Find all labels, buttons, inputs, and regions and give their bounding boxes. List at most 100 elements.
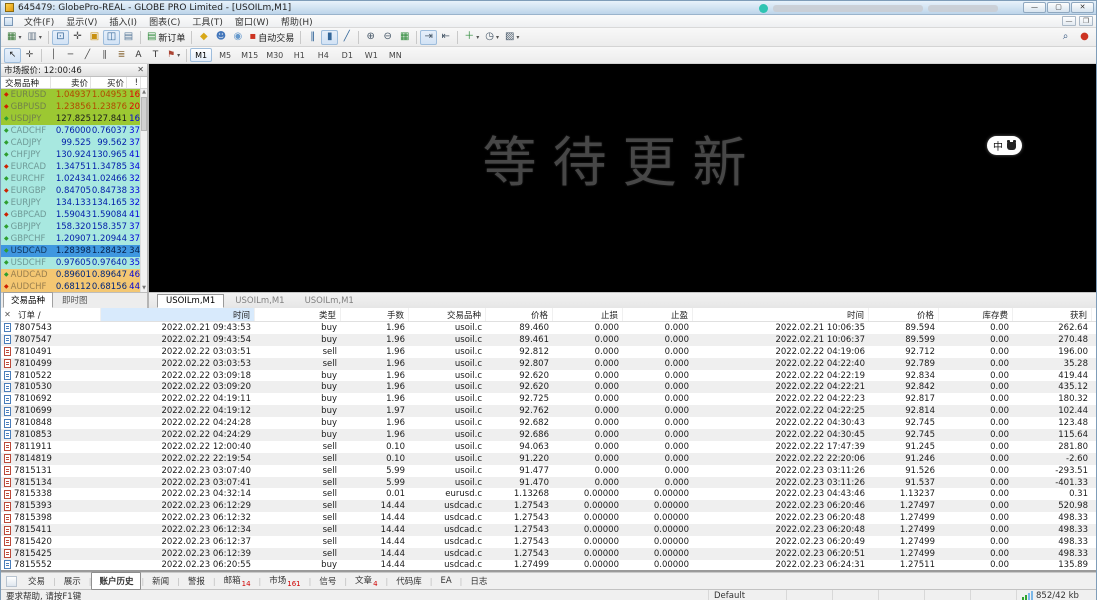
text-label-button[interactable]: T — [147, 48, 164, 63]
market-watch-close-icon[interactable]: ✕ — [137, 66, 144, 74]
timeframe-m30[interactable]: M30 — [263, 48, 286, 62]
terminal-close-icon[interactable]: ✕ — [1, 310, 14, 319]
market-watch-col-1[interactable]: 卖价 — [51, 77, 91, 89]
pointer-button[interactable]: ↖ — [4, 47, 21, 63]
table-row[interactable]: 7810491 2022.02.22 03:03:51 sell 1.96 usoil.… — [1, 346, 1096, 358]
terminal-tab-0[interactable]: 交易 — [20, 572, 53, 590]
table-row[interactable]: 7815425 2022.02.23 06:12:39 sell 14.44 usdca… — [1, 547, 1096, 560]
zoom-in-button[interactable]: ⊕ — [362, 30, 379, 45]
timeframe-m15[interactable]: M15 — [238, 48, 261, 62]
table-row[interactable]: 7807543 2022.02.21 09:43:53 buy 1.96 usoil.c… — [1, 322, 1096, 334]
trendline-button[interactable]: ╱ — [79, 48, 96, 63]
table-row[interactable]: 7815393 2022.02.23 06:12:29 sell 14.44 usdca… — [1, 500, 1096, 513]
crosshair-mode-button[interactable]: ✛ — [69, 30, 86, 45]
status-profile[interactable]: Default — [708, 590, 786, 600]
chart-shift-button[interactable]: ⇤ — [437, 30, 454, 45]
table-row[interactable]: 7814819 2022.02.22 22:19:54 sell 0.10 usoil.… — [1, 452, 1096, 465]
new-chart-button[interactable]: ▦ ▾ — [4, 30, 24, 45]
menu-item-4[interactable]: 工具(T) — [186, 15, 229, 28]
timeframe-m5[interactable]: M5 — [214, 48, 236, 62]
cursor-mode-button[interactable]: ⊡ — [51, 29, 69, 45]
quotes-button[interactable]: ◆ — [195, 30, 212, 45]
text-button[interactable]: A — [130, 48, 147, 63]
line-chart-button[interactable]: ╱ — [338, 30, 355, 45]
menu-item-0[interactable]: 文件(F) — [18, 15, 60, 28]
terminal-tab-10[interactable]: EA — [432, 573, 459, 589]
table-row[interactable]: 7815134 2022.02.23 03:07:41 sell 5.99 usoil.… — [1, 476, 1096, 489]
data-window-toggle-button[interactable]: ▤ — [120, 30, 137, 45]
profiles-button[interactable]: ▥ ▾ — [24, 30, 44, 45]
indicators-button[interactable]: ＋ ▾ — [461, 30, 482, 45]
new-order-button[interactable]: ▤ 新订单 — [144, 30, 188, 45]
chart-tab-1[interactable]: USOILm,M1 — [226, 294, 293, 308]
table-row[interactable]: 7815552 2022.02.23 06:20:55 buy 14.44 usdcad… — [1, 560, 1096, 572]
timeframe-mn[interactable]: MN — [384, 48, 406, 62]
search-button[interactable]: ⌕ — [1057, 30, 1074, 45]
market-watch-col-2[interactable]: 买价 — [91, 77, 127, 89]
close-icon[interactable]: ✕ — [1071, 2, 1094, 13]
timeframe-h4[interactable]: H4 — [312, 48, 334, 62]
history-col-3[interactable]: 手数 — [341, 308, 409, 321]
history-col-5[interactable]: 价格 — [486, 308, 553, 321]
table-row[interactable]: 7811911 2022.02.22 12:00:40 sell 0.10 usoil.… — [1, 441, 1096, 453]
table-row[interactable]: 7810499 2022.02.22 03:03:53 sell 1.96 usoil.… — [1, 357, 1096, 370]
timeframe-d1[interactable]: D1 — [336, 48, 358, 62]
table-row[interactable]: 7815398 2022.02.23 06:12:32 sell 14.44 usdca… — [1, 512, 1096, 524]
market-watch-row[interactable]: ◆ AUDCHF 0.68112 0.68156 44 — [1, 281, 147, 292]
terminal-tab-9[interactable]: 代码库 — [388, 572, 430, 590]
table-row[interactable]: 7810848 2022.02.22 04:24:28 buy 1.96 usoil.c… — [1, 417, 1096, 429]
periods-list-button[interactable]: ◷ ▾ — [482, 30, 502, 45]
table-row[interactable]: 7810522 2022.02.22 03:09:18 buy 1.96 usoil.c… — [1, 370, 1096, 382]
market-watch-tab-tick-chart[interactable]: 即时图 — [54, 292, 96, 308]
table-row[interactable]: 7807547 2022.02.21 09:43:54 buy 1.96 usoil.c… — [1, 333, 1096, 346]
history-col-2[interactable]: 类型 — [255, 308, 341, 321]
scroll-thumb[interactable] — [141, 97, 147, 131]
mdi-minimize-icon[interactable]: — — [1062, 16, 1076, 26]
table-row[interactable]: 7815338 2022.02.23 04:32:14 sell 0.01 eurusd… — [1, 488, 1096, 500]
terminal-tab-2[interactable]: 账户历史 — [91, 572, 142, 590]
market-watch-row[interactable]: ◆ USDJPY 127.825 127.841 16 — [1, 113, 147, 125]
market-watch-row[interactable]: ◆ GBPCHF 1.20907 1.20944 37 — [1, 233, 147, 245]
history-col-1[interactable]: 时间 — [101, 308, 255, 321]
menu-item-3[interactable]: 图表(C) — [143, 15, 186, 28]
terminal-tab-8[interactable]: 文章4 — [347, 571, 385, 591]
timeframe-w1[interactable]: W1 — [360, 48, 382, 62]
candlestick-chart-button[interactable]: ▮ — [321, 29, 339, 45]
arrows-button[interactable]: ⚑ ▾ — [164, 48, 183, 63]
history-col-7[interactable]: 止盈 — [623, 308, 693, 321]
history-col-9[interactable]: 价格 — [869, 308, 939, 321]
menu-item-1[interactable]: 显示(V) — [60, 15, 103, 28]
minimize-icon[interactable]: — — [1023, 2, 1046, 13]
market-watch-row[interactable]: ◆ EURCAD 1.34751 1.34785 34 — [1, 161, 147, 173]
terminal-tab-1[interactable]: 展示 — [56, 572, 89, 590]
history-col-11[interactable]: 获利 — [1013, 308, 1092, 321]
market-watch-row[interactable]: ◆ USDCAD 1.28398 1.28432 34 — [1, 245, 147, 257]
crosshair-tool-button[interactable]: ✛ — [21, 48, 38, 63]
history-col-4[interactable]: 交易品种 — [409, 308, 486, 321]
terminal-tab-3[interactable]: 新闻 — [144, 572, 177, 590]
market-watch-row[interactable]: ◆ USDCHF 0.97605 0.97640 35 — [1, 257, 147, 269]
market-watch-row[interactable]: ◆ EURCHF 1.02434 1.02466 32 — [1, 173, 147, 185]
table-row[interactable]: 7815411 2022.02.23 06:12:34 sell 14.44 usdca… — [1, 524, 1096, 537]
equidistant-channel-button[interactable]: ∥ — [96, 48, 113, 63]
accounts-button[interactable]: ☻ — [212, 30, 229, 45]
menu-item-5[interactable]: 窗口(W) — [229, 15, 275, 28]
terminal-tab-5[interactable]: 邮箱14 — [216, 571, 259, 591]
autotrading-button[interactable]: ▪ 自动交易 — [246, 30, 297, 45]
vertical-line-button[interactable]: │ — [45, 48, 62, 63]
market-watch-row[interactable]: ◆ GBPUSD 1.23856 1.23876 20 — [1, 101, 147, 113]
terminal-tab-4[interactable]: 警报 — [180, 572, 213, 590]
market-watch-row[interactable]: ◆ CHFJPY 130.924 130.965 41 — [1, 149, 147, 161]
maximize-icon[interactable]: ▢ — [1047, 2, 1070, 13]
market-watch-col-3[interactable]: ! — [127, 77, 141, 88]
market-watch-row[interactable]: ◆ GBPCAD 1.59043 1.59084 41 — [1, 209, 147, 221]
market-watch-row[interactable]: ◆ CADCHF 0.76000 0.76037 37 — [1, 125, 147, 137]
horizontal-line-button[interactable]: ─ — [62, 48, 79, 63]
history-col-6[interactable]: 止损 — [553, 308, 623, 321]
market-watch-row[interactable]: ◆ EURGBP 0.84705 0.84738 33 — [1, 185, 147, 197]
market-watch-row[interactable]: ◆ EURJPY 134.133 134.165 32 — [1, 197, 147, 209]
web-button[interactable]: ◉ — [229, 30, 246, 45]
templates-button[interactable]: ▨ ▾ — [502, 30, 522, 45]
table-row[interactable]: 7810699 2022.02.22 04:19:12 buy 1.97 usoil.c… — [1, 405, 1096, 418]
fibonacci-button[interactable]: ≣ — [113, 48, 130, 63]
